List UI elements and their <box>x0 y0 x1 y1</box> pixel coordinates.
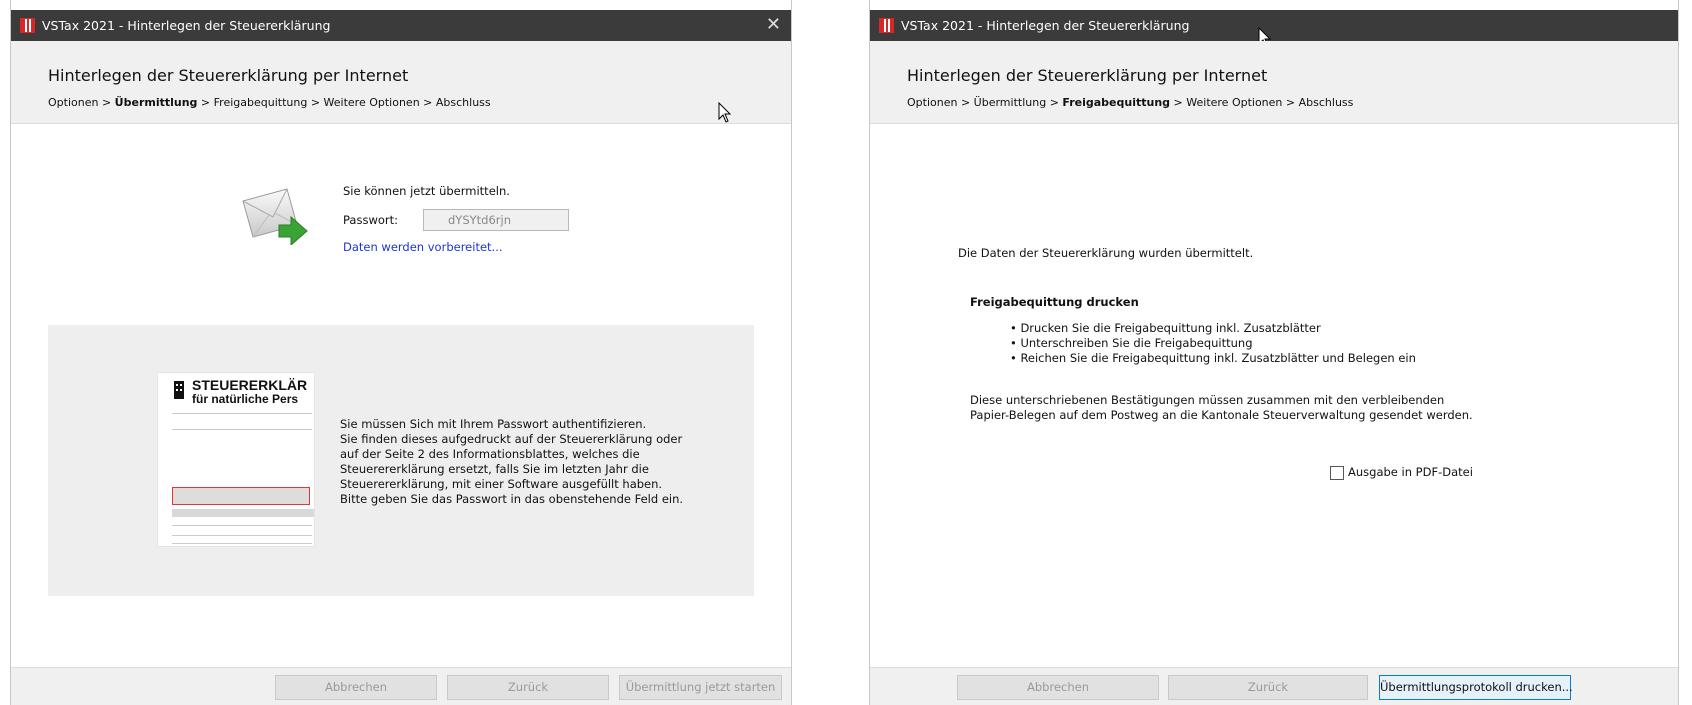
title-bar[interactable]: VSTax 2021 - Hinterlegen der Steuererklä… <box>11 10 791 41</box>
breadcrumb-step-abschluss: Abschluss <box>1298 96 1354 109</box>
section-title: Freigabequittung drucken <box>970 295 1139 309</box>
breadcrumb-step-freigabequittung: Freigabequittung <box>213 96 308 109</box>
breadcrumb-separator: > <box>101 96 112 109</box>
wizard-header: Hinterlegen der Steuererklärung per Inte… <box>870 41 1678 124</box>
password-highlight-box <box>172 487 310 505</box>
breadcrumb: Optionen > Übermittlung > Freigabequittu… <box>907 96 1353 109</box>
breadcrumb-step-optionen: Optionen <box>907 96 958 109</box>
thumbnail-subtitle: für natürliche Pers <box>192 392 299 406</box>
back-button[interactable]: Zurück <box>1168 675 1368 700</box>
cancel-button[interactable]: Abbrechen <box>957 675 1159 700</box>
start-transmission-button[interactable]: Übermittlung jetzt starten <box>619 675 782 700</box>
password-field[interactable] <box>423 209 569 231</box>
info-line: Steuerererklärung, mit einer Software au… <box>340 477 663 491</box>
breadcrumb-separator: > <box>310 96 321 109</box>
info-line: auf der Seite 2 des Informationsblattes,… <box>340 447 640 461</box>
info-panel: STEUERERKLÄR für natürliche Pers Sie müs… <box>48 325 754 596</box>
print-protocol-button[interactable]: Übermittlungsprotokoll drucken... <box>1379 675 1573 700</box>
back-button[interactable]: Zurück <box>447 675 609 700</box>
pdf-output-label[interactable]: Ausgabe in PDF-Datei <box>1348 465 1473 479</box>
breadcrumb: Optionen > Übermittlung > Freigabequittu… <box>48 96 491 109</box>
breadcrumb-separator: > <box>1173 96 1183 109</box>
info-line: Sie finden dieses aufgedruckt auf der St… <box>340 432 683 446</box>
bullet-item: • Drucken Sie die Freigabequittung inkl.… <box>1010 321 1321 335</box>
title-bar[interactable]: VSTax 2021 - Hinterlegen der Steuererklä… <box>870 10 1678 41</box>
transmitted-text: Die Daten der Steuererklärung wurden übe… <box>958 246 1254 260</box>
right-dialog-window: VSTax 2021 - Hinterlegen der Steuererklä… <box>869 0 1679 705</box>
breadcrumb-separator: > <box>1049 96 1059 109</box>
thumbnail-title: STEUERERKLÄR <box>192 377 308 393</box>
app-icon <box>20 18 35 33</box>
breadcrumb-step-weitere-optionen: Weitere Optionen <box>1186 96 1283 109</box>
bullet-item: • Reichen Sie die Freigabequittung inkl.… <box>1010 351 1416 365</box>
info-line: Sie müssen Sich mit Ihrem Passwort authe… <box>340 417 647 431</box>
breadcrumb-separator: > <box>423 96 433 109</box>
close-icon[interactable]: ✕ <box>766 14 781 36</box>
info-line: Bitte geben Sie das Passwort in das oben… <box>340 492 684 506</box>
breadcrumb-separator: > <box>960 96 971 109</box>
pdf-output-checkbox[interactable] <box>1330 466 1344 480</box>
breadcrumb-step-freigabequittung: Freigabequittung <box>1062 96 1171 109</box>
left-dialog-window: VSTax 2021 - Hinterlegen der Steuererklä… <box>10 0 792 705</box>
building-logo-icon <box>174 381 184 399</box>
note-line: Papier-Belegen auf dem Postweg an die Ka… <box>970 408 1473 422</box>
cancel-button[interactable]: Abbrechen <box>275 675 437 700</box>
tax-form-thumbnail: STEUERERKLÄR für natürliche Pers <box>157 372 315 547</box>
breadcrumb-step-uebermittlung: Übermittlung <box>973 96 1047 109</box>
wizard-header: Hinterlegen der Steuererklärung per Inte… <box>11 41 791 124</box>
page-title: Hinterlegen der Steuererklärung per Inte… <box>907 66 1268 85</box>
info-line: Steuerererklärung ersetzt, falls Sie im … <box>340 462 649 476</box>
info-text: Sie müssen Sich mit Ihrem Passwort authe… <box>340 417 683 507</box>
page-title: Hinterlegen der Steuererklärung per Inte… <box>48 66 409 85</box>
note-line: Diese unterschriebenen Bestätigungen müs… <box>970 393 1445 407</box>
status-link[interactable]: Daten werden vorbereitet... <box>343 240 503 254</box>
breadcrumb-step-optionen: Optionen <box>48 96 99 109</box>
button-bar: Abbrechen Zurück Übermittlungsprotokoll … <box>870 667 1678 705</box>
breadcrumb-step-abschluss: Abschluss <box>435 96 491 109</box>
window-title: VSTax 2021 - Hinterlegen der Steuererklä… <box>42 18 331 33</box>
window-title: VSTax 2021 - Hinterlegen der Steuererklä… <box>901 18 1190 33</box>
envelope-send-icon <box>242 188 308 245</box>
mouse-cursor-icon <box>718 102 732 123</box>
breadcrumb-step-uebermittlung: Übermittlung <box>114 96 198 109</box>
breadcrumb-step-weitere-optionen: Weitere Optionen <box>323 96 420 109</box>
ready-text: Sie können jetzt übermitteln. <box>343 184 510 198</box>
password-label: Passwort: <box>343 213 399 227</box>
app-icon <box>879 18 894 33</box>
breadcrumb-separator: > <box>200 96 211 109</box>
button-bar: Abbrechen Zurück Übermittlung jetzt star… <box>11 667 791 705</box>
breadcrumb-separator: > <box>1285 96 1296 109</box>
bullet-item: • Unterschreiben Sie die Freigabequittun… <box>1010 336 1253 350</box>
